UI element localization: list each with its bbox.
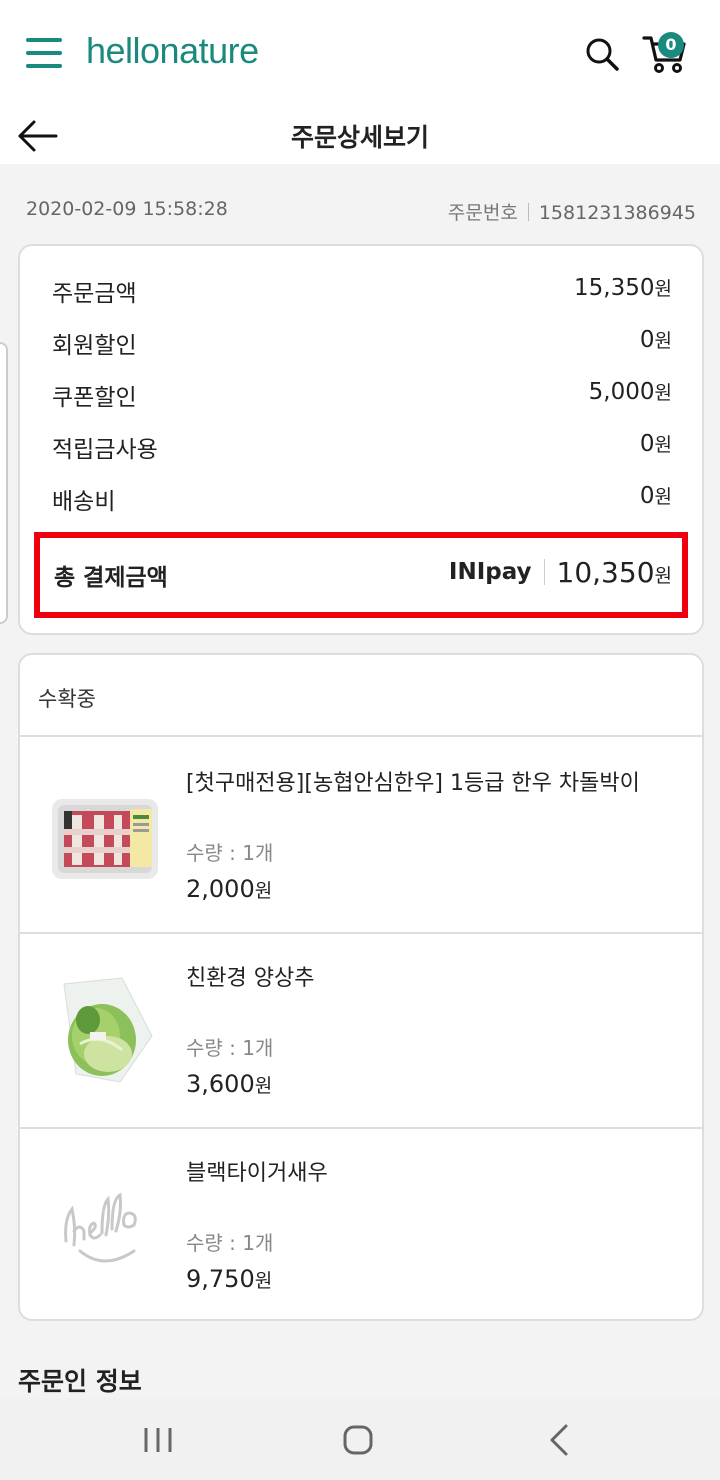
- order-item[interactable]: 블랙타이거새우 수량 : 1개 9,750원: [20, 1129, 702, 1324]
- summary-label: 회원할인: [52, 333, 137, 359]
- delivery-status-header: 수확중: [20, 655, 702, 737]
- order-number: 1581231386945: [538, 202, 696, 224]
- divider: [527, 203, 529, 221]
- cart-count-badge: 0: [658, 32, 684, 58]
- search-icon[interactable]: [584, 36, 620, 72]
- item-name: 친환경 양상추: [186, 966, 315, 991]
- system-nav-bar: [0, 1398, 720, 1480]
- order-number-wrap: 주문번호 1581231386945: [448, 198, 696, 225]
- summary-row-coupon-discount: 쿠폰할인 5,000원: [52, 378, 672, 414]
- beef-package-image: [52, 799, 158, 879]
- home-icon[interactable]: [338, 1420, 378, 1460]
- order-date: 2020-02-09 15:58:28: [26, 198, 228, 220]
- summary-value: 0원: [639, 431, 672, 457]
- orderer-info-title: 주문인 정보: [18, 1367, 142, 1396]
- recent-apps-icon[interactable]: [138, 1420, 178, 1460]
- app-header: hellonature 0: [0, 0, 720, 106]
- total-payment-label: 총 결제금액: [54, 565, 168, 591]
- total-payment-value: INIpay 10,350원: [449, 552, 672, 592]
- summary-value: 5,000원: [588, 379, 672, 405]
- summary-value: 15,350원: [574, 275, 672, 301]
- item-price: 3,600원: [186, 1070, 273, 1098]
- summary-row-member-discount: 회원할인 0원: [52, 326, 672, 362]
- back-nav-icon[interactable]: [540, 1420, 580, 1460]
- item-price: 2,000원: [186, 875, 273, 903]
- payment-summary-card: 주문금액 15,350원 회원할인 0원 쿠폰할인 5,000원 적립금사용 0…: [18, 244, 704, 635]
- brand-logo[interactable]: hellonature: [86, 30, 259, 72]
- back-arrow-icon[interactable]: [16, 114, 60, 158]
- item-name: [첫구매전용][농협안심한우] 1등급 한우 차돌박이: [186, 771, 640, 796]
- item-quantity: 수량 : 1개: [186, 841, 274, 865]
- menu-icon[interactable]: [26, 38, 62, 68]
- title-bar: 주문상세보기: [0, 106, 720, 164]
- summary-label: 배송비: [52, 489, 116, 515]
- summary-row-order-amount: 주문금액 15,350원: [52, 274, 672, 310]
- order-number-label: 주문번호: [447, 202, 518, 224]
- item-price: 9,750원: [186, 1265, 273, 1293]
- summary-label: 주문금액: [52, 281, 137, 307]
- item-quantity: 수량 : 1개: [186, 1036, 274, 1060]
- total-payment-highlight: 총 결제금액 INIpay 10,350원: [34, 532, 688, 618]
- delivery-status: 수확중: [38, 687, 96, 711]
- order-meta: 2020-02-09 15:58:28 주문번호 1581231386945: [26, 198, 696, 228]
- lettuce-image: [63, 977, 153, 1083]
- hello-placeholder-logo: [64, 1192, 137, 1263]
- item-name: 블랙타이거새우: [186, 1161, 328, 1186]
- side-drawer-handle[interactable]: [0, 342, 8, 624]
- item-quantity: 수량 : 1개: [186, 1231, 274, 1255]
- order-item[interactable]: 친환경 양상추 수량 : 1개 3,600원: [20, 934, 702, 1129]
- order-item[interactable]: [첫구매전용][농협안심한우] 1등급 한우 차돌박이 수량 : 1개 2,00…: [20, 739, 702, 934]
- divider: [543, 559, 545, 585]
- summary-row-shipping: 배송비 0원: [52, 482, 672, 518]
- summary-label: 쿠폰할인: [52, 385, 137, 411]
- page-title: 주문상세보기: [290, 123, 429, 152]
- summary-label: 적립금사용: [52, 437, 158, 463]
- summary-row-points-used: 적립금사용 0원: [52, 430, 672, 466]
- summary-value: 0원: [639, 327, 672, 353]
- payment-method: INIpay: [448, 559, 532, 585]
- total-amount: 10,350원: [556, 555, 672, 589]
- order-items-card: 수확중 [첫구매전용][농협안심한우] 1등급 한우 차돌박이 수량 : 1개 …: [18, 653, 704, 1321]
- summary-value: 0원: [639, 483, 672, 509]
